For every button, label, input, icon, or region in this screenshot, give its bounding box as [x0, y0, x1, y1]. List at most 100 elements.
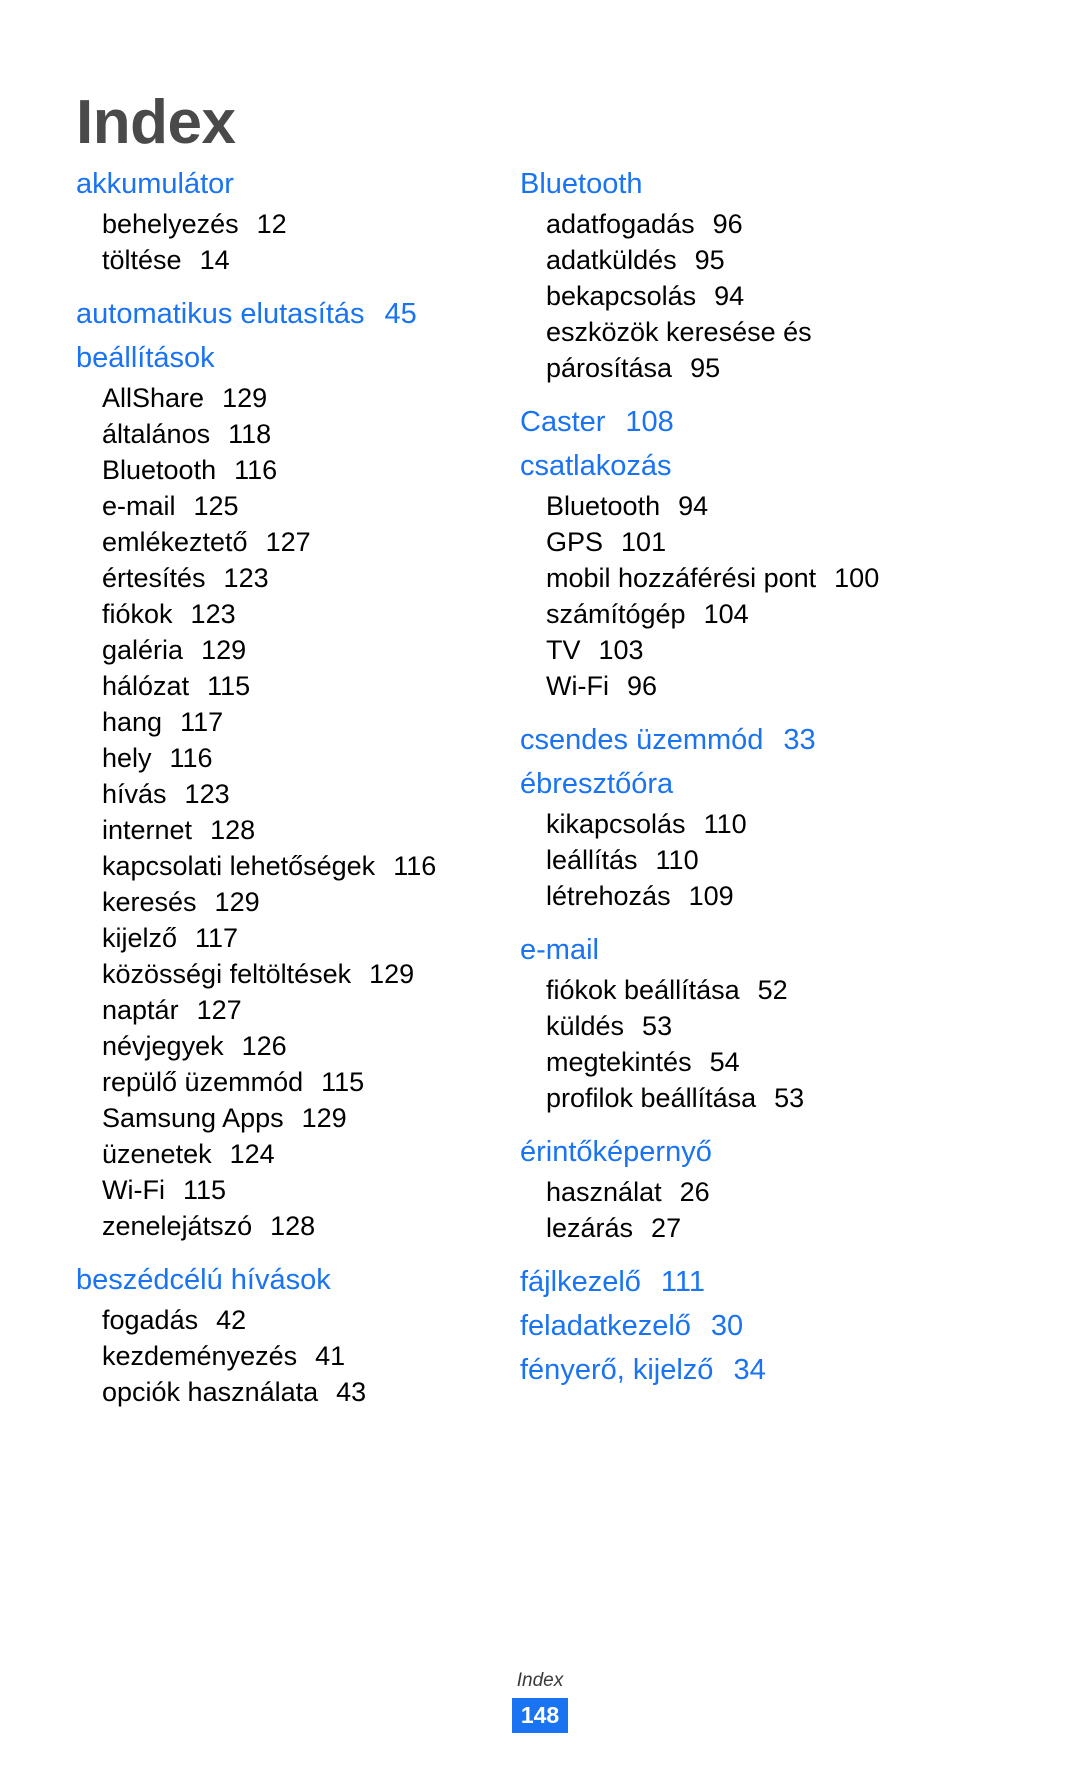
index-entry-page: 115 [182, 1175, 227, 1205]
index-entry[interactable]: Bluetooth 116 [76, 452, 496, 488]
index-entry-label: megtekintés [546, 1047, 692, 1077]
index-entry[interactable]: névjegyek 126 [76, 1028, 496, 1064]
index-entry[interactable]: e-mail 125 [76, 488, 496, 524]
index-entry-label: Bluetooth [546, 491, 661, 521]
index-entry[interactable]: leállítás 110 [520, 842, 980, 878]
index-entry[interactable]: galéria 129 [76, 632, 496, 668]
index-entry-page: 104 [703, 599, 749, 629]
index-entry[interactable]: általános 118 [76, 416, 496, 452]
index-group-heading-page: 108 [625, 406, 674, 438]
index-group-heading[interactable]: Caster 108 [520, 400, 980, 444]
index-entry-label: fogadás [102, 1305, 199, 1335]
index-group-heading[interactable]: e-mail [520, 928, 980, 972]
index-entry[interactable]: mobil hozzáférési pont 100 [520, 560, 980, 596]
index-entry[interactable]: Wi-Fi 96 [520, 668, 980, 704]
index-entry[interactable]: TV 103 [520, 632, 980, 668]
index-entry[interactable]: értesítés 123 [76, 560, 496, 596]
index-entry[interactable]: Wi-Fi 115 [76, 1172, 496, 1208]
index-entry-label: emlékeztető [102, 527, 248, 557]
index-entry[interactable]: hang 117 [76, 704, 496, 740]
index-entry-page: 14 [199, 245, 230, 275]
index-entry[interactable]: küldés 53 [520, 1008, 980, 1044]
index-entry[interactable]: behelyezés 12 [76, 206, 496, 242]
index-group-heading-label: beállítások [76, 342, 215, 374]
index-entry[interactable]: opciók használata 43 [76, 1374, 496, 1410]
index-group-heading[interactable]: automatikus elutasítás 45 [76, 292, 496, 336]
index-entry[interactable]: számítógép 104 [520, 596, 980, 632]
index-entry[interactable]: kezdeményezés 41 [76, 1338, 496, 1374]
index-entry-label: számítógép [546, 599, 686, 629]
index-entry[interactable]: kapcsolati lehetőségek 116 [76, 848, 496, 884]
index-group-heading[interactable]: csendes üzemmód 33 [520, 718, 980, 762]
index-group-heading-label: fényerő, kijelző [520, 1354, 714, 1386]
index-entry[interactable]: GPS 101 [520, 524, 980, 560]
index-entry-page: 128 [270, 1211, 316, 1241]
index-group-heading-page: 30 [710, 1310, 744, 1342]
index-entry[interactable]: töltése 14 [76, 242, 496, 278]
index-entry-label: fiókok beállítása [546, 975, 740, 1005]
page-title: Index [76, 87, 236, 157]
index-group: automatikus elutasítás 45 [76, 292, 496, 336]
index-entry-page: 115 [207, 671, 251, 701]
index-entry-label: bekapcsolás [546, 281, 697, 311]
index-entry-label: kijelző [102, 923, 178, 953]
index-entry[interactable]: internet 128 [76, 812, 496, 848]
index-entry[interactable]: adatküldés 95 [520, 242, 980, 278]
index-entry[interactable]: lezárás 27 [520, 1210, 980, 1246]
index-entry-label: Wi-Fi [546, 671, 609, 701]
index-entry[interactable]: hálózat 115 [76, 668, 496, 704]
index-entry[interactable]: profilok beállítása 53 [520, 1080, 980, 1116]
index-entry[interactable]: AllShare 129 [76, 380, 496, 416]
index-group-heading-label: csendes üzemmód [520, 724, 764, 756]
index-entry[interactable]: fiókok beállítása 52 [520, 972, 980, 1008]
index-group-heading[interactable]: feladatkezelő 30 [520, 1304, 980, 1348]
index-entry[interactable]: eszközök keresése és párosítása 95 [520, 314, 980, 386]
index-entry-page: 52 [757, 975, 788, 1005]
index-entry[interactable]: fogadás 42 [76, 1302, 496, 1338]
index-group-heading[interactable]: érintőképernyő [520, 1130, 980, 1174]
index-entry[interactable]: hely 116 [76, 740, 496, 776]
index-entry-page: 129 [222, 383, 268, 413]
index-entry-page: 103 [598, 635, 644, 665]
index-entry[interactable]: keresés 129 [76, 884, 496, 920]
index-entry-page: 41 [315, 1341, 346, 1371]
index-group-heading[interactable]: Bluetooth [520, 162, 980, 206]
index-entry[interactable]: emlékeztető 127 [76, 524, 496, 560]
index-entry[interactable]: kijelző 117 [76, 920, 496, 956]
index-group-heading-label: csatlakozás [520, 450, 672, 482]
index-entry[interactable]: bekapcsolás 94 [520, 278, 980, 314]
index-group-heading[interactable]: beszédcélú hívások [76, 1258, 496, 1302]
index-entry-page: 126 [241, 1031, 287, 1061]
index-group: érintőképernyő használat 26 lezárás 27 [520, 1130, 980, 1246]
index-entry[interactable]: közösségi feltöltések 129 [76, 956, 496, 992]
index-group-heading[interactable]: fájlkezelő 111 [520, 1260, 980, 1304]
index-group-heading-label: ébresztőóra [520, 768, 674, 800]
index-entry[interactable]: Samsung Apps 129 [76, 1100, 496, 1136]
index-entry[interactable]: adatfogadás 96 [520, 206, 980, 242]
index-entry[interactable]: naptár 127 [76, 992, 496, 1028]
index-entry-page: 110 [655, 845, 699, 875]
index-entry-page: 94 [714, 281, 745, 311]
index-entry[interactable]: megtekintés 54 [520, 1044, 980, 1080]
index-entry-label: internet [102, 815, 193, 845]
index-entry[interactable]: használat 26 [520, 1174, 980, 1210]
index-group-heading[interactable]: ébresztőóra [520, 762, 980, 806]
index-group-heading-page: 45 [384, 298, 417, 330]
index-group-heading[interactable]: beállítások [76, 336, 496, 380]
index-entry[interactable]: fiókok 123 [76, 596, 496, 632]
index-entry[interactable]: kikapcsolás 110 [520, 806, 980, 842]
index-entry[interactable]: Bluetooth 94 [520, 488, 980, 524]
index-entry-page: 42 [216, 1305, 247, 1335]
index-entry-page: 95 [694, 245, 725, 275]
index-entry-label: repülő üzemmód [102, 1067, 304, 1097]
index-group-heading[interactable]: csatlakozás [520, 444, 980, 488]
index-group-heading[interactable]: akkumulátor [76, 162, 496, 206]
index-entry[interactable]: zenelejátszó 128 [76, 1208, 496, 1244]
index-group-heading[interactable]: fényerő, kijelző 34 [520, 1348, 980, 1392]
index-entry[interactable]: üzenetek 124 [76, 1136, 496, 1172]
index-entry[interactable]: létrehozás 109 [520, 878, 980, 914]
index-group: fájlkezelő 111 [520, 1260, 980, 1304]
index-entry[interactable]: repülő üzemmód 115 [76, 1064, 496, 1100]
index-entry-label: értesítés [102, 563, 206, 593]
index-entry[interactable]: hívás 123 [76, 776, 496, 812]
